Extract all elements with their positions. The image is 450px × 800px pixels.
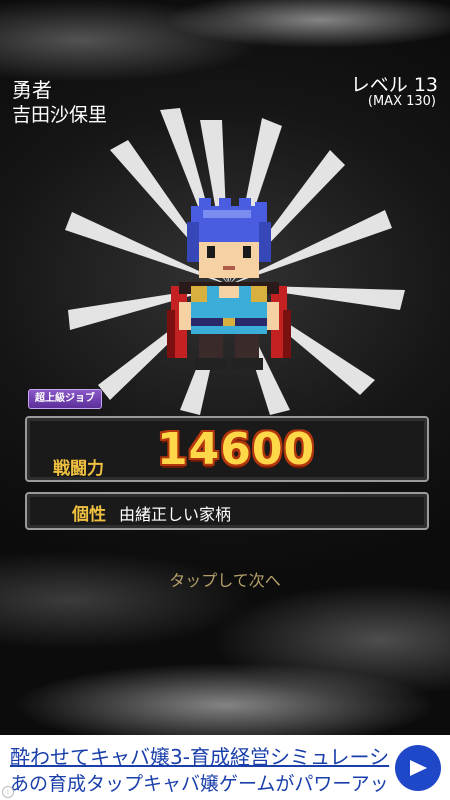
power-label: 戦闘力 [53,459,104,479]
ad-banner[interactable]: 酔わせてキャバ嬢3-育成経営シミュレーシ あの育成タップキャバ嬢ゲームがパワーア… [0,735,450,800]
hero-class-label: 勇者 [12,78,52,102]
job-rank-badge: 超上級ジョブ [28,389,102,409]
power-value: 14600 [157,424,316,475]
game-screen[interactable]: 勇者 吉田沙保里 レベル 13 (MAX 130) 超上級ジョブ 戦闘力 146… [0,0,450,735]
trait-value: 由緒正しい家柄 [119,505,232,524]
trait-label: 個性 [72,505,106,525]
ad-headline[interactable]: 酔わせてキャバ嬢3-育成経営シミュレーシ [10,741,390,770]
ad-info-icon[interactable]: i [2,786,14,798]
ad-description[interactable]: あの育成タップキャバ嬢ゲームがパワーアッ [10,769,390,796]
ad-open-button[interactable] [395,745,441,791]
power-panel: 戦闘力 14600 [25,416,429,482]
play-arrow-icon [410,760,427,776]
level-max-label: (MAX 130) [367,94,436,109]
tap-to-continue-prompt[interactable]: タップして次へ [0,567,450,591]
trait-panel: 個性 由緒正しい家柄 [25,492,429,530]
hero-sprite [167,198,291,370]
hero-name: 吉田沙保里 [12,104,108,126]
level-label: レベル 13 [350,74,438,96]
